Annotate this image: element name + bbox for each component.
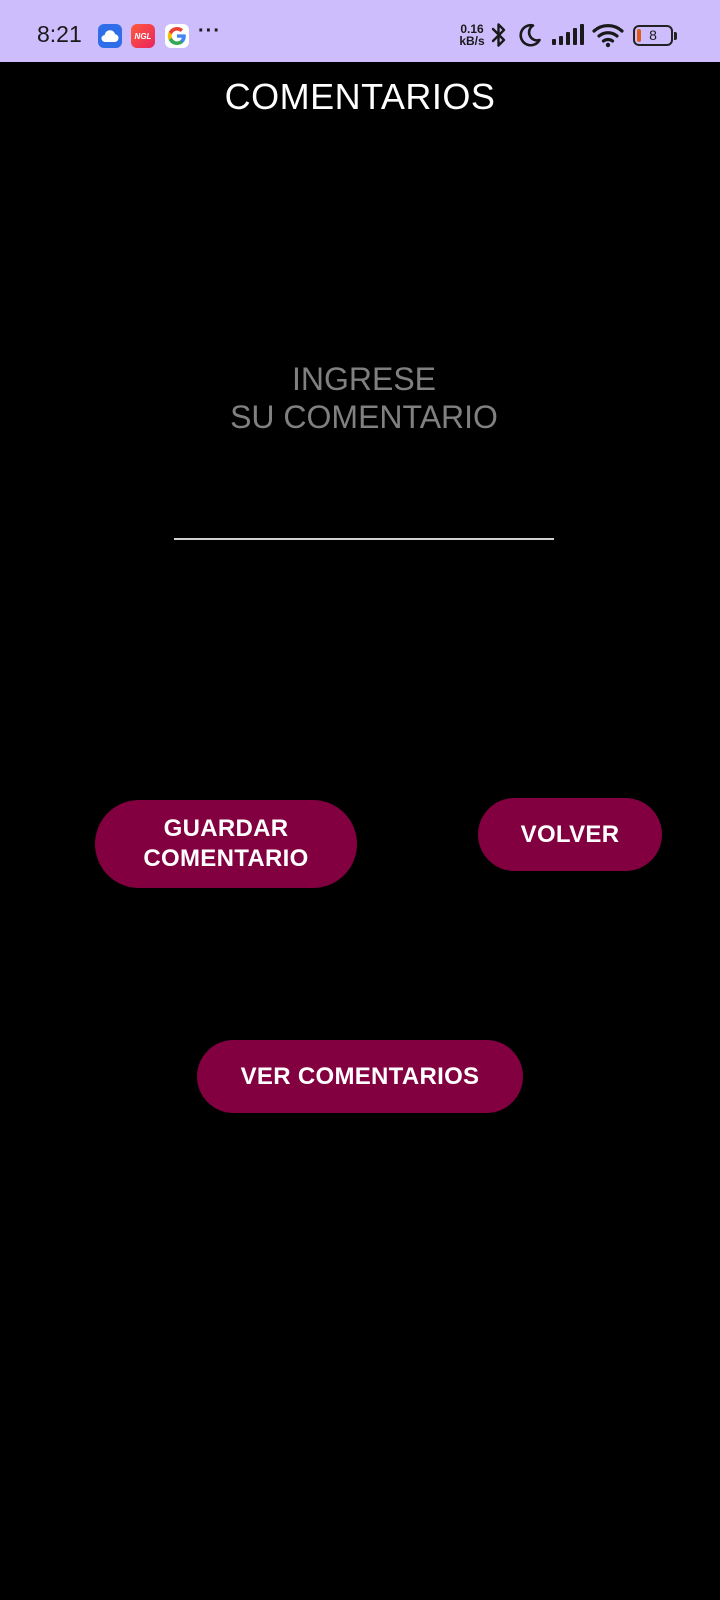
- status-bar: 8:21 NGL ··· 0.16 kB/s 8: [0, 0, 720, 62]
- bluetooth-icon: [490, 22, 508, 53]
- cloud-icon: [98, 24, 122, 48]
- network-speed: 0.16 kB/s: [457, 23, 487, 47]
- page-title: COMENTARIOS: [224, 76, 496, 117]
- google-icon: [165, 24, 189, 48]
- more-notifications-icon: ···: [198, 20, 221, 42]
- battery-level: 8: [649, 27, 657, 43]
- save-comment-button[interactable]: GUARDAR COMENTARIO: [95, 800, 357, 888]
- view-comments-button[interactable]: VER COMENTARIOS: [197, 1040, 523, 1113]
- ngl-icon: NGL: [131, 24, 155, 48]
- do-not-disturb-moon-icon: [517, 22, 543, 53]
- status-time: 8:21: [37, 21, 82, 47]
- back-button[interactable]: VOLVER: [478, 798, 662, 871]
- battery-cap: [674, 32, 677, 40]
- comment-input[interactable]: [174, 350, 554, 540]
- network-speed-unit: kB/s: [459, 34, 485, 48]
- battery-icon: 8: [633, 25, 677, 46]
- cell-signal-icon: [551, 22, 585, 53]
- wifi-icon: [592, 22, 626, 53]
